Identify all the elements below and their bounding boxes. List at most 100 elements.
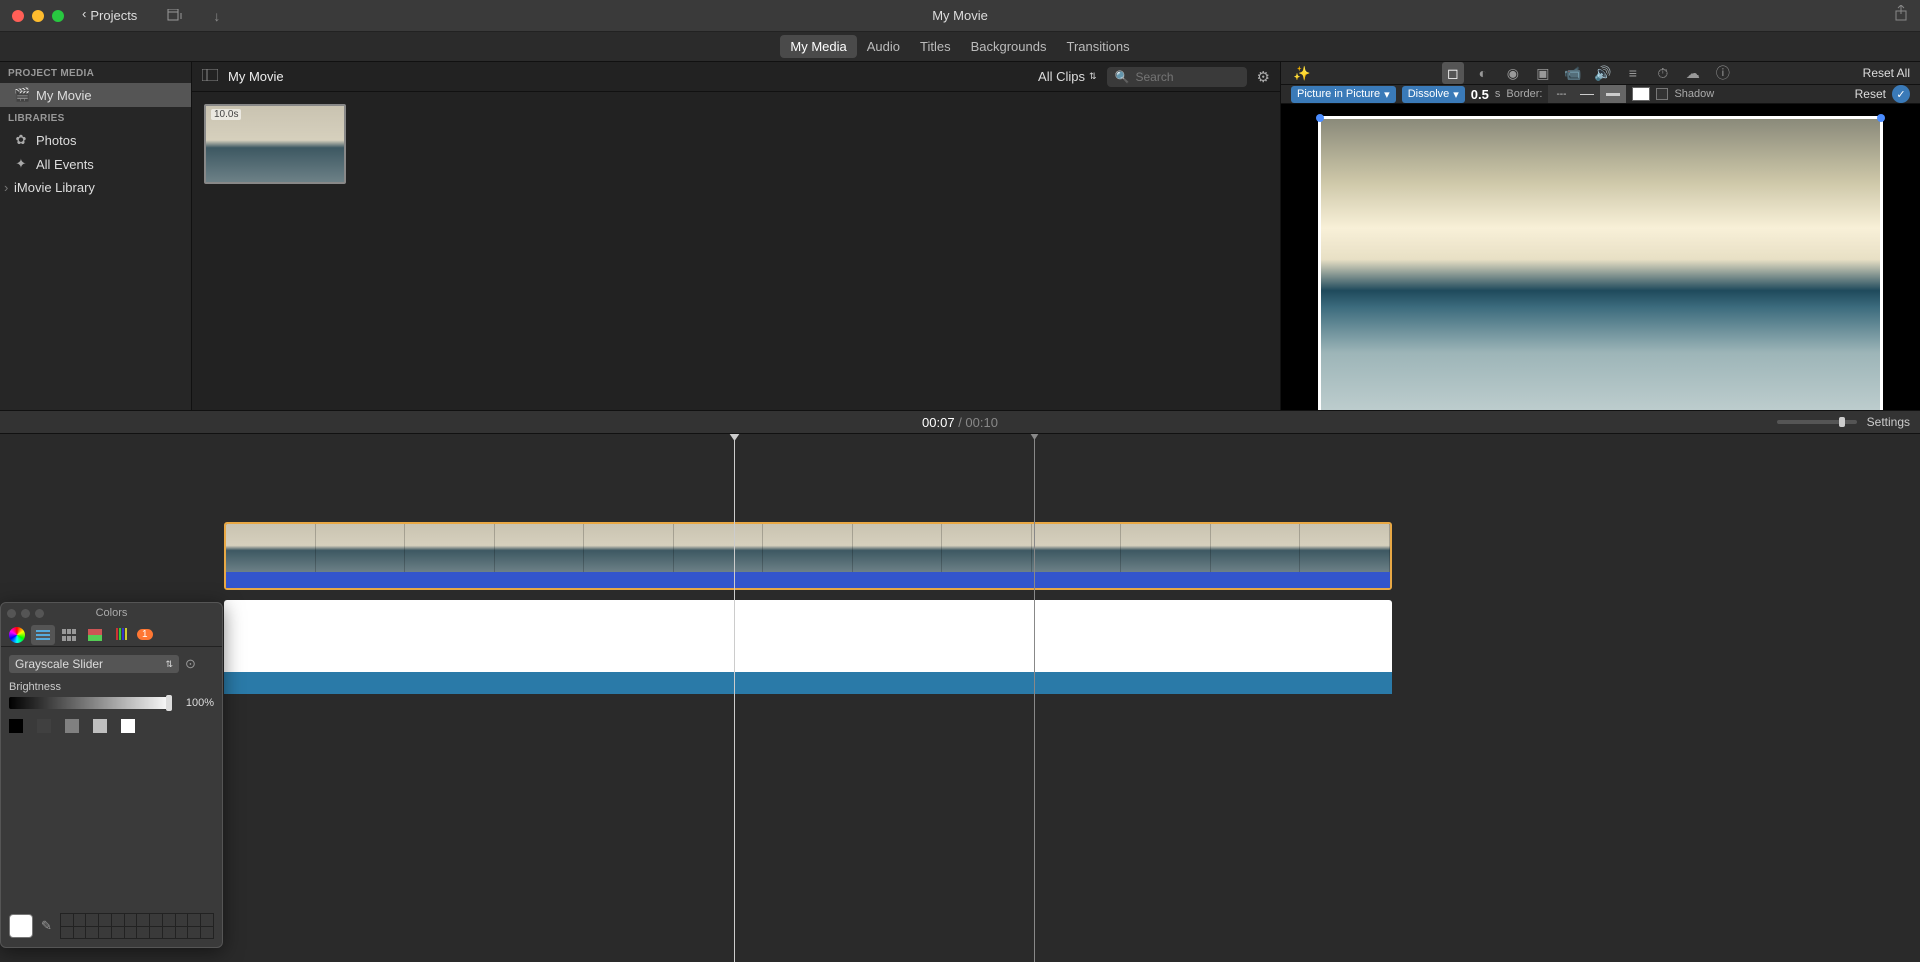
tab-audio[interactable]: Audio [857, 35, 910, 58]
viewer-content [1281, 104, 1920, 446]
border-width-segmented[interactable]: --- [1548, 85, 1626, 103]
sidebar-item-all-events[interactable]: ✦ All Events [0, 152, 191, 176]
back-to-projects-button[interactable]: › Projects [82, 8, 137, 23]
brightness-slider[interactable] [9, 697, 172, 709]
reset-button[interactable]: Reset [1855, 87, 1886, 101]
transition-duration-value[interactable]: 0.5 [1471, 87, 1489, 102]
back-label: Projects [90, 8, 137, 23]
info-button[interactable]: ⓘ [1712, 62, 1734, 84]
tab-my-media[interactable]: My Media [780, 35, 856, 58]
tab-transitions[interactable]: Transitions [1056, 35, 1139, 58]
reset-all-button[interactable]: Reset All [1863, 66, 1910, 80]
updown-icon: ⇅ [1089, 71, 1097, 82]
viewer-inspector-row: Picture in Picture▾ Dissolve▾ 0.5 s Bord… [1281, 85, 1920, 104]
clip-filter-button[interactable]: ☁ [1682, 62, 1704, 84]
media-browser: My Movie All Clips ⇅ 🔍 ⚙ 10.0s [192, 62, 1280, 410]
sidebar: PROJECT MEDIA 🎬 My Movie LIBRARIES ✿ Pho… [0, 62, 192, 410]
shadow-checkbox[interactable] [1656, 88, 1668, 100]
clip-filmstrip [226, 524, 1390, 572]
window-controls [12, 10, 64, 22]
border-color-swatch[interactable] [1632, 87, 1650, 101]
updown-icon: ⇅ [165, 659, 173, 670]
border-thick-option[interactable] [1600, 85, 1626, 103]
image-palettes-tab[interactable] [83, 625, 107, 645]
toggle-sidebar-button[interactable] [202, 69, 218, 84]
colors-close-button[interactable] [7, 609, 16, 618]
color-balance-button[interactable]: ◐ [1472, 62, 1494, 84]
crop-button[interactable]: ▣ [1532, 62, 1554, 84]
background-audio-track[interactable] [224, 672, 1392, 694]
eyedropper-button[interactable]: ✎ [41, 918, 52, 934]
preview-frame[interactable] [1314, 112, 1887, 438]
color-correction-button[interactable]: ◉ [1502, 62, 1524, 84]
tab-backgrounds[interactable]: Backgrounds [961, 35, 1057, 58]
grey-swatch-4[interactable] [121, 719, 135, 733]
colors-panel[interactable]: Colors 1 Grayscale Slider ⇅ ⊙ Brightness… [0, 602, 223, 948]
eyedropper-options-button[interactable]: ⊙ [185, 656, 196, 672]
window-title: My Movie [932, 8, 988, 23]
video-overlay-inspector-button[interactable]: ◻ [1442, 62, 1464, 84]
import-media-button[interactable] [167, 9, 183, 23]
viewer-panel: ✨ ◻ ◐ ◉ ▣ 📹 🔊 ≡ ⏱ ☁ ⓘ Reset All Picture … [1280, 62, 1920, 410]
slider-type-dropdown[interactable]: Grayscale Slider ⇅ [9, 655, 179, 673]
overlay-video-clip[interactable] [224, 522, 1392, 590]
sidebar-header-libraries: LIBRARIES [0, 107, 191, 128]
browser-content: 10.0s [192, 92, 1280, 410]
color-wheel-icon [9, 627, 25, 643]
brightness-value[interactable]: 100% [180, 697, 214, 709]
search-box[interactable]: 🔍 [1107, 67, 1247, 87]
brightness-slider-thumb[interactable] [166, 695, 172, 711]
share-button[interactable] [1894, 5, 1908, 26]
timeline-settings-button[interactable]: Settings [1867, 415, 1910, 429]
timeline[interactable] [0, 434, 1920, 962]
download-icon[interactable]: ↓ [213, 8, 220, 24]
current-color-well[interactable] [9, 914, 33, 938]
colors-picker-tabs: 1 [1, 623, 222, 647]
minimize-window-button[interactable] [32, 10, 44, 22]
color-wheel-tab[interactable] [5, 625, 29, 645]
sidebar-item-my-movie[interactable]: 🎬 My Movie [0, 83, 191, 107]
clips-filter-dropdown[interactable]: All Clips ⇅ [1038, 69, 1097, 84]
resize-handle-tl[interactable] [1316, 114, 1324, 122]
zoom-window-button[interactable] [52, 10, 64, 22]
filmclip-icon: 🎬 [14, 87, 28, 103]
settings-gear-button[interactable]: ⚙ [1257, 68, 1270, 86]
volume-button[interactable]: 🔊 [1592, 62, 1614, 84]
search-input[interactable] [1136, 70, 1239, 84]
zoom-slider-thumb[interactable] [1839, 417, 1845, 427]
sidebar-header-project-media: PROJECT MEDIA [0, 62, 191, 83]
sidebar-item-imovie-library[interactable]: iMovie Library [0, 176, 191, 199]
shadow-label: Shadow [1674, 88, 1714, 100]
current-time: 00:07 [922, 415, 955, 430]
colors-minimize-button[interactable] [21, 609, 30, 618]
stabilization-button[interactable]: 📹 [1562, 62, 1584, 84]
noise-reduction-button[interactable]: ≡ [1622, 62, 1644, 84]
speed-button[interactable]: ⏱ [1652, 62, 1674, 84]
pencils-tab[interactable] [109, 625, 133, 645]
playhead[interactable] [734, 434, 735, 962]
secondary-playhead[interactable] [1034, 434, 1035, 962]
color-sliders-tab[interactable] [31, 625, 55, 645]
timeline-zoom-slider[interactable] [1777, 420, 1857, 424]
colors-panel-titlebar[interactable]: Colors [1, 603, 222, 623]
transition-mode-dropdown[interactable]: Dissolve▾ [1402, 86, 1465, 103]
border-none-option[interactable]: --- [1548, 85, 1574, 103]
grey-swatch-0[interactable] [9, 719, 23, 733]
clip-audio-track[interactable] [226, 572, 1390, 588]
colors-zoom-button[interactable] [35, 609, 44, 618]
tab-titles[interactable]: Titles [910, 35, 961, 58]
sidebar-item-photos[interactable]: ✿ Photos [0, 128, 191, 152]
custom-swatch-grid[interactable] [60, 913, 214, 939]
enhance-wand-button[interactable]: ✨ [1291, 62, 1313, 84]
overlay-mode-dropdown[interactable]: Picture in Picture▾ [1291, 86, 1396, 103]
grey-swatch-3[interactable] [93, 719, 107, 733]
close-window-button[interactable] [12, 10, 24, 22]
resize-handle-tr[interactable] [1877, 114, 1885, 122]
grey-swatch-2[interactable] [65, 719, 79, 733]
color-palettes-tab[interactable] [57, 625, 81, 645]
apply-check-button[interactable]: ✓ [1892, 85, 1910, 103]
border-thin-option[interactable] [1574, 85, 1600, 103]
primary-storyline-clip[interactable] [224, 600, 1392, 698]
media-clip-thumbnail[interactable]: 10.0s [204, 104, 346, 184]
grey-swatch-1[interactable] [37, 719, 51, 733]
